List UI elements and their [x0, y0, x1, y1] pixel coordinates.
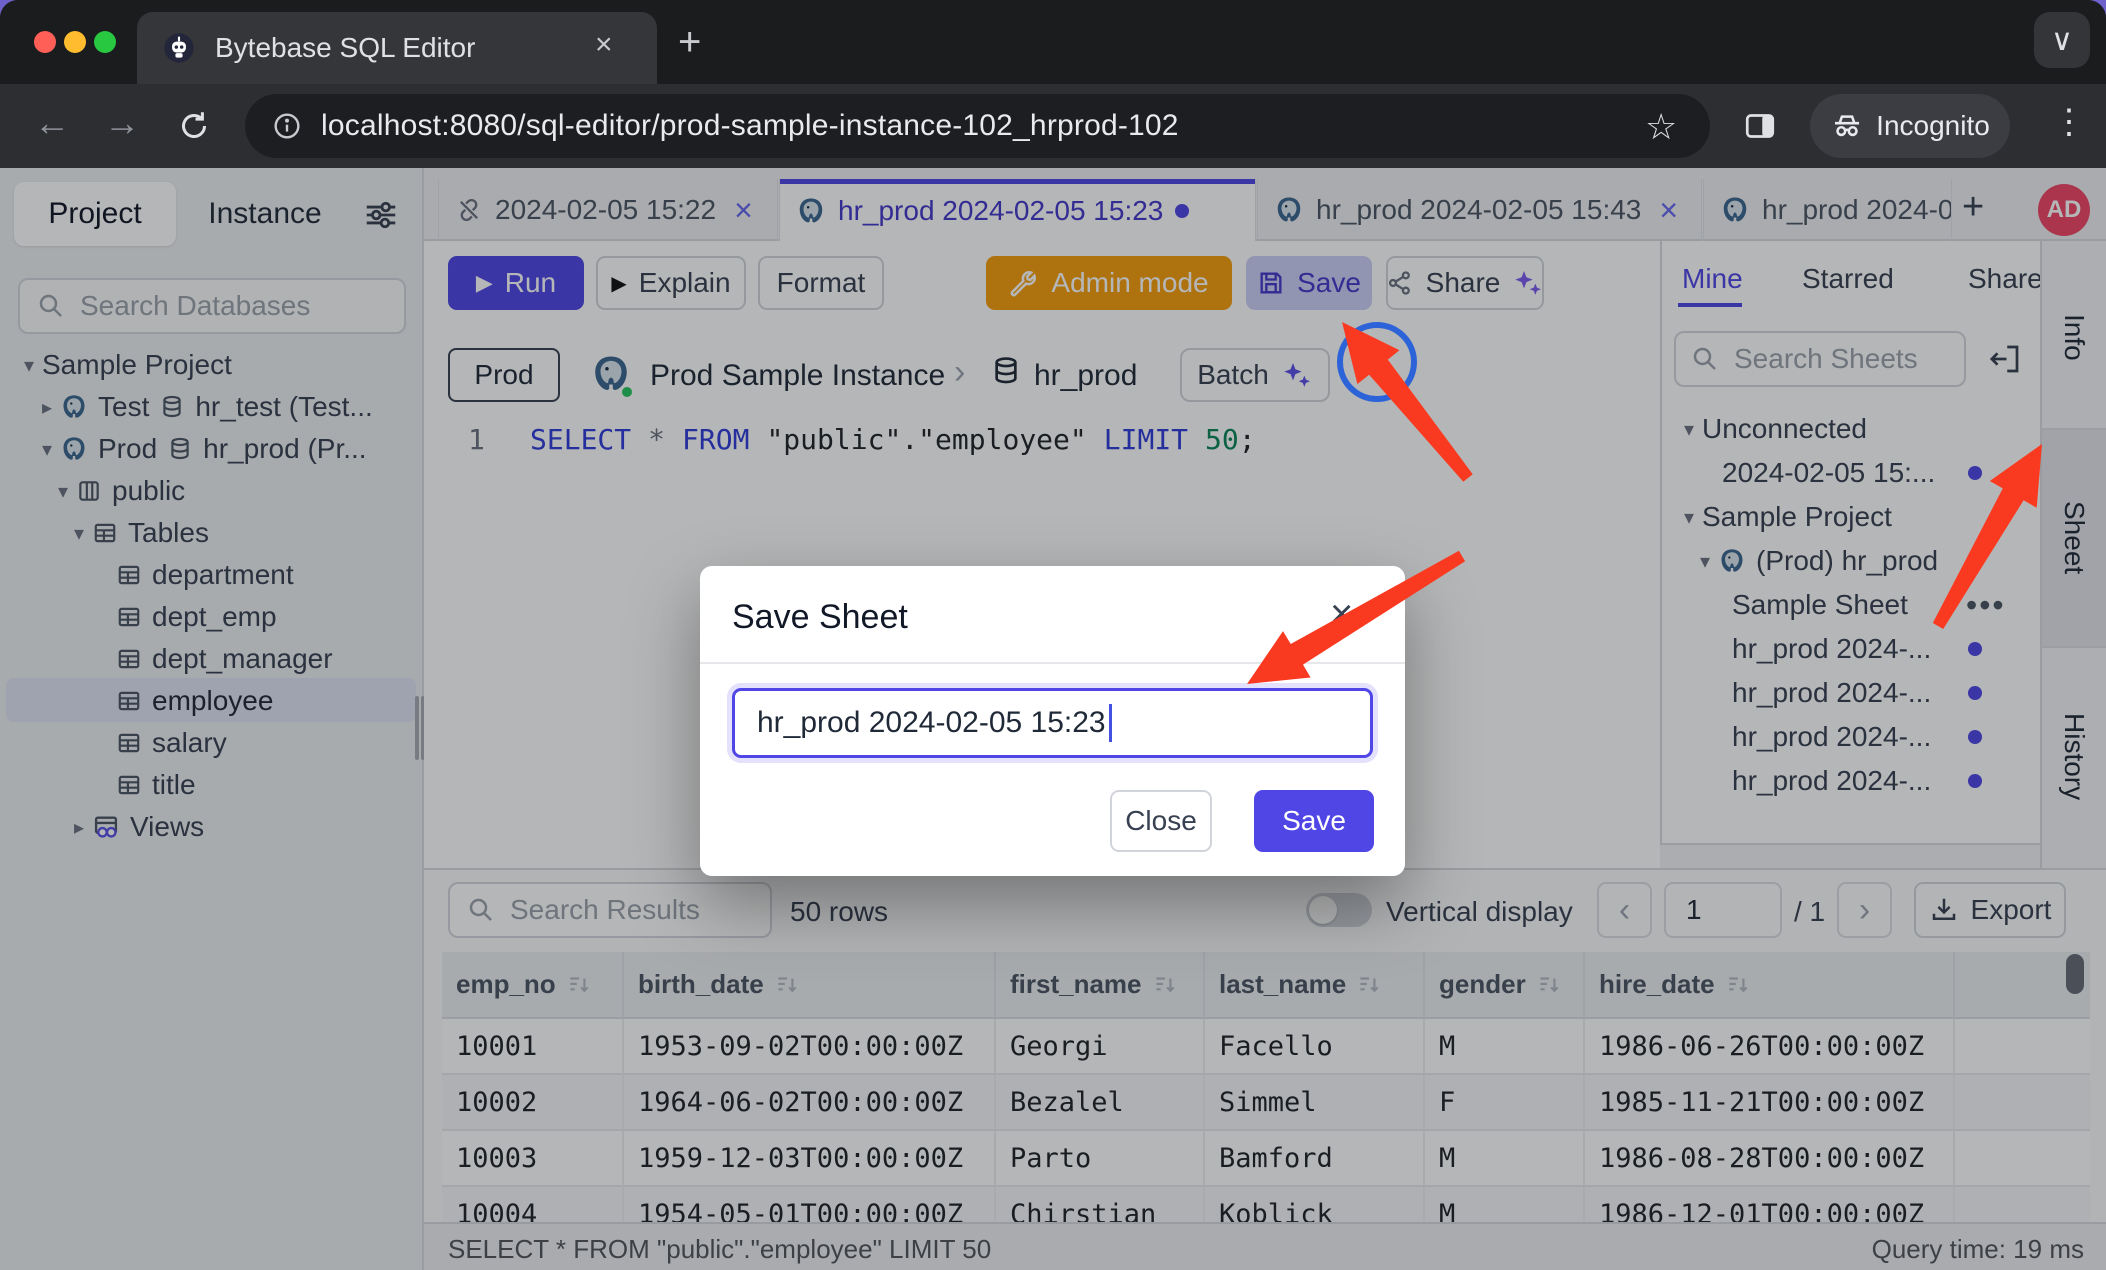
reload-icon[interactable]	[176, 108, 212, 144]
browser-tab-title: Bytebase SQL Editor	[215, 32, 475, 64]
macos-close-button[interactable]	[34, 31, 56, 53]
close-icon[interactable]: ×	[1330, 592, 1353, 637]
dialog-title: Save Sheet	[732, 598, 908, 637]
incognito-icon	[1830, 109, 1864, 143]
new-tab-icon[interactable]: +	[678, 22, 701, 62]
macos-zoom-button[interactable]	[94, 31, 116, 53]
browser-toolbar: ← → localhost:8080/sql-editor/prod-sampl…	[0, 84, 2106, 168]
back-icon[interactable]: ←	[34, 102, 70, 144]
incognito-label: Incognito	[1876, 110, 1990, 142]
screenshot-root: Bytebase SQL Editor × + ∨ ← → localhost:…	[0, 0, 2106, 1270]
browser-tab-close-icon[interactable]: ×	[595, 28, 613, 62]
incognito-badge[interactable]: Incognito	[1810, 94, 2010, 158]
tab-search-chevron-icon[interactable]: ∨	[2034, 12, 2090, 68]
dialog-divider	[700, 662, 1405, 664]
browser-tab-strip: Bytebase SQL Editor × + ∨	[0, 0, 2106, 84]
macos-minimize-button[interactable]	[64, 31, 86, 53]
browser-tab[interactable]: Bytebase SQL Editor ×	[137, 12, 657, 84]
text-caret	[1109, 704, 1112, 742]
save-sheet-dialog: Save Sheet × hr_prod 2024-02-05 15:23 Cl…	[700, 566, 1405, 876]
url-text[interactable]: localhost:8080/sql-editor/prod-sample-in…	[321, 109, 1179, 143]
browser-menu-icon[interactable]: ⋮	[2052, 102, 2086, 142]
forward-icon[interactable]: →	[104, 102, 140, 144]
sheet-name-input[interactable]: hr_prod 2024-02-05 15:23	[732, 688, 1373, 758]
dialog-close-button[interactable]: Close	[1110, 790, 1212, 852]
address-bar[interactable]: localhost:8080/sql-editor/prod-sample-in…	[245, 94, 1710, 158]
side-panel-icon[interactable]	[1742, 108, 1778, 144]
bookmark-star-icon[interactable]: ☆	[1645, 106, 1677, 148]
bytebase-favicon	[163, 32, 195, 64]
site-info-icon[interactable]	[271, 110, 303, 142]
dialog-save-button[interactable]: Save	[1254, 790, 1374, 852]
